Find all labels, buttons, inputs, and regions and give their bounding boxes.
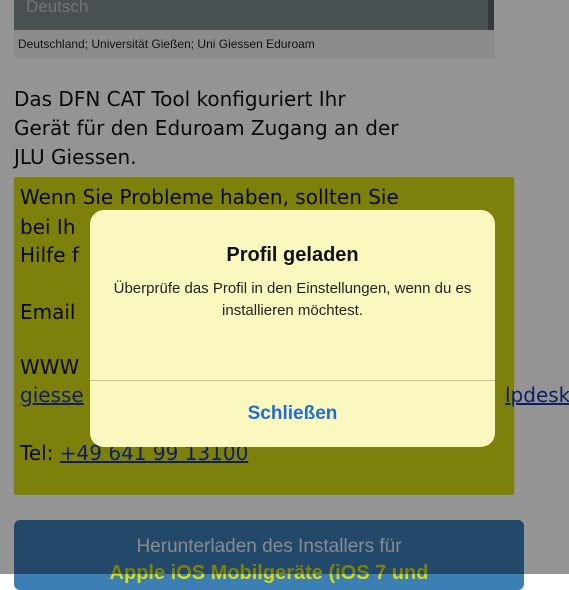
alert-title: Profil geladen — [226, 244, 359, 266]
profile-loaded-alert: Profil geladen Überprüfe das Profil in d… — [90, 210, 495, 447]
close-button[interactable]: Schließen — [90, 381, 495, 447]
alert-message: Überprüfe das Profil in den Einstellunge… — [113, 280, 472, 319]
